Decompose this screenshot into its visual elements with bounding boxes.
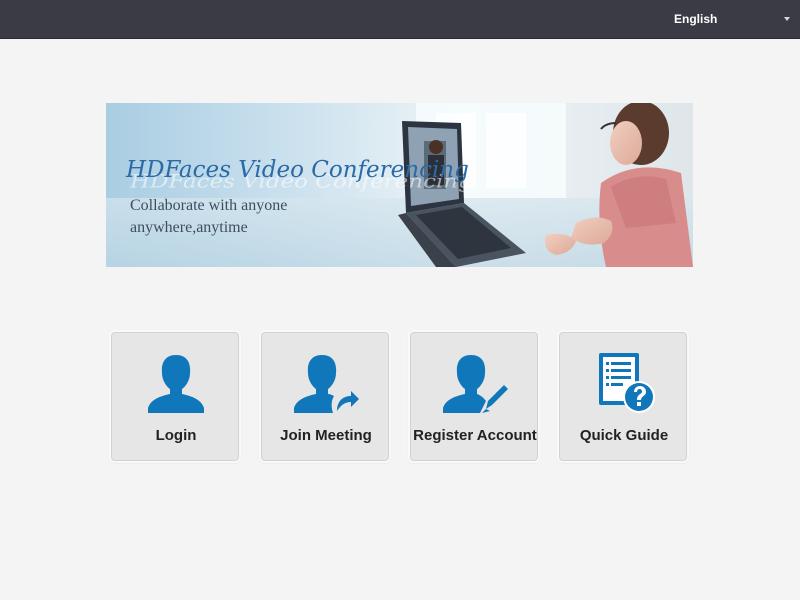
language-dropdown[interactable]: English [666,6,798,33]
login-label: Login [155,427,197,444]
user-edit-icon [411,351,539,417]
register-account-label: Register Account [413,427,537,444]
user-arrow-icon [262,351,390,417]
document-help-icon [560,351,688,417]
quick-guide-button[interactable]: Quick Guide [559,332,687,461]
banner-title: HDFaces Video Conferencing [126,157,469,183]
quick-guide-label: Quick Guide [579,427,669,444]
join-meeting-label: Join Meeting [280,427,372,444]
banner-subtitle-line-1: Collaborate with anyone [130,197,288,214]
join-meeting-button[interactable]: Join Meeting [261,332,389,461]
banner-subtitle-line-2: anywhere,anytime [130,219,248,236]
register-account-button[interactable]: Register Account [410,332,538,461]
language-dropdown-value: English [674,12,718,26]
top-bar: English [0,0,800,39]
chevron-down-icon [784,17,790,21]
action-tiles: Login Join Meeting Register Account Quic… [111,332,691,464]
user-icon [112,351,240,417]
login-button[interactable]: Login [111,332,239,461]
banner-image: HDFaces Video Conferencing HDFaces Video… [106,103,693,267]
